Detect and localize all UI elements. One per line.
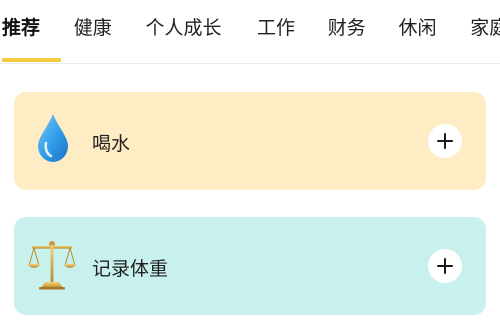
tab-health[interactable]: 健康 xyxy=(74,0,146,62)
tab-label: 推荐 xyxy=(2,17,41,39)
tab-label: 家庭 xyxy=(470,17,500,39)
tab-leisure[interactable]: 休闲 xyxy=(399,0,471,62)
habit-picker-page: 推荐 健康 个人成长 工作 财务 休闲 家庭 喝水 记录体重 xyxy=(0,0,500,333)
add-habit-button[interactable] xyxy=(428,249,462,283)
tab-label: 休闲 xyxy=(398,17,437,39)
tab-work[interactable]: 工作 xyxy=(257,0,328,62)
category-tab-bar: 推荐 健康 个人成长 工作 财务 休闲 家庭 xyxy=(0,0,500,62)
tab-finance[interactable]: 财务 xyxy=(328,0,399,62)
add-habit-button[interactable] xyxy=(428,124,462,158)
habit-title: 记录体重 xyxy=(92,258,169,280)
tab-bar-divider xyxy=(0,63,500,64)
balance-scale-icon xyxy=(28,238,76,290)
water-drop-icon xyxy=(35,113,71,163)
tab-label: 健康 xyxy=(73,17,112,39)
tab-label: 个人成长 xyxy=(145,17,222,39)
tab-label: 财务 xyxy=(327,17,366,39)
tab-family[interactable]: 家庭 xyxy=(470,0,500,62)
tab-label: 工作 xyxy=(257,17,296,39)
habit-card-drink-water[interactable]: 喝水 xyxy=(14,92,486,190)
habit-card-record-weight[interactable]: 记录体重 xyxy=(14,217,486,315)
tab-recommended[interactable]: 推荐 xyxy=(2,0,74,62)
tab-personal-growth[interactable]: 个人成长 xyxy=(145,0,257,62)
active-tab-indicator xyxy=(2,58,61,62)
habit-title: 喝水 xyxy=(92,133,131,155)
